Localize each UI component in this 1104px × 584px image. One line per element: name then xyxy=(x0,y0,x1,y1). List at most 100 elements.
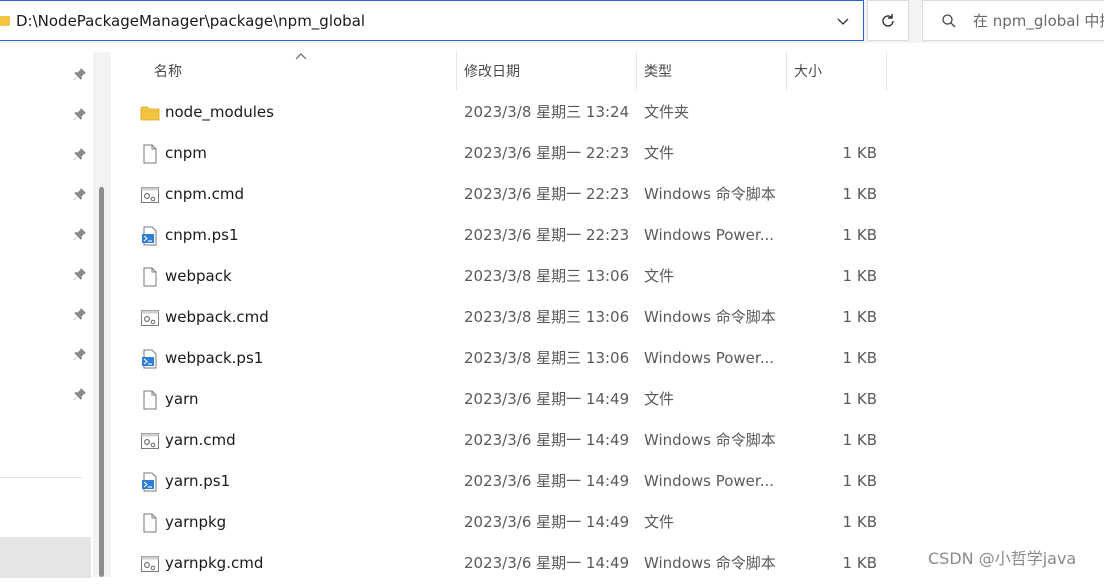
file-row[interactable]: yarn.cmd 2023/3/6 星期一 14:49 Windows 命令脚本 1 … xyxy=(122,420,892,461)
file-name: yarn.ps1 xyxy=(165,472,231,490)
file-size: 1 KB xyxy=(842,185,877,203)
column-header-type[interactable]: 类型 xyxy=(644,52,784,90)
file-modified-date: 2023/3/6 星期一 22:23 xyxy=(464,185,630,203)
search-box[interactable]: 在 npm_global 中搜 xyxy=(922,0,1104,41)
file-size: 1 KB xyxy=(842,431,877,449)
pin-icon[interactable] xyxy=(72,186,88,202)
chevron-down-icon[interactable] xyxy=(835,13,851,29)
refresh-button[interactable] xyxy=(867,0,909,41)
pin-icon[interactable] xyxy=(72,226,88,242)
file-size: 1 KB xyxy=(842,308,877,326)
file-name: yarnpkg xyxy=(165,513,227,531)
cmd-script-icon xyxy=(141,556,159,572)
file-type: Windows Power... xyxy=(644,349,775,367)
file-size: 1 KB xyxy=(842,226,877,244)
file-icon xyxy=(143,390,157,410)
file-type: Windows 命令脚本 xyxy=(644,431,776,449)
file-name: cnpm.ps1 xyxy=(165,226,239,244)
search-icon xyxy=(942,13,956,27)
powershell-script-icon xyxy=(142,472,157,492)
file-size: 1 KB xyxy=(842,513,877,531)
powershell-script-icon xyxy=(142,226,157,246)
file-size: 1 KB xyxy=(842,144,877,162)
column-separator[interactable] xyxy=(786,52,787,90)
file-row[interactable]: cnpm.cmd 2023/3/6 星期一 22:23 Windows 命令脚本 1 … xyxy=(122,174,892,215)
file-size: 1 KB xyxy=(842,267,877,285)
file-modified-date: 2023/3/8 星期三 13:06 xyxy=(464,349,630,367)
file-size: 1 KB xyxy=(842,472,877,490)
pin-icon[interactable] xyxy=(72,266,88,282)
file-type: 文件 xyxy=(644,144,675,162)
search-placeholder[interactable]: 在 npm_global 中搜 xyxy=(973,10,1104,31)
pin-icon[interactable] xyxy=(72,306,88,322)
file-modified-date: 2023/3/6 星期一 14:49 xyxy=(464,472,630,490)
file-row[interactable]: yarnpkg.cmd 2023/3/6 星期一 14:49 Windows 命令脚… xyxy=(122,543,892,584)
column-header-name[interactable]: 名称 xyxy=(154,52,454,90)
file-row[interactable]: cnpm.ps1 2023/3/6 星期一 22:23 Windows Power.… xyxy=(122,215,892,256)
file-row[interactable]: cnpm 2023/3/6 星期一 22:23 文件 1 KB xyxy=(122,133,892,174)
file-modified-date: 2023/3/8 星期三 13:06 xyxy=(464,308,630,326)
file-name: cnpm xyxy=(165,144,207,162)
file-type: Windows 命令脚本 xyxy=(644,185,776,203)
pin-icon[interactable] xyxy=(72,106,88,122)
file-size: 1 KB xyxy=(842,554,877,572)
nav-scrollbar-thumb[interactable] xyxy=(99,187,104,577)
file-name: yarnpkg.cmd xyxy=(165,554,264,572)
file-modified-date: 2023/3/6 星期一 22:23 xyxy=(464,144,630,162)
file-name: yarn xyxy=(165,390,199,408)
cmd-script-icon xyxy=(141,310,159,326)
file-modified-date: 2023/3/8 星期三 13:06 xyxy=(464,267,630,285)
file-name: webpack.cmd xyxy=(165,308,269,326)
refresh-icon xyxy=(882,13,894,27)
pin-icon[interactable] xyxy=(72,386,88,402)
file-type: 文件 xyxy=(644,390,675,408)
file-type: 文件夹 xyxy=(644,103,690,121)
address-bar[interactable]: D:\NodePackageManager\package\npm_global xyxy=(0,0,864,41)
file-icon xyxy=(143,144,157,164)
address-path[interactable]: D:\NodePackageManager\package\npm_global xyxy=(16,12,365,30)
file-modified-date: 2023/3/6 星期一 14:49 xyxy=(464,431,630,449)
file-name: node_modules xyxy=(165,103,274,121)
file-modified-date: 2023/3/6 星期一 14:49 xyxy=(464,513,630,531)
file-modified-date: 2023/3/8 星期三 13:24 xyxy=(464,103,630,121)
file-row[interactable]: webpack 2023/3/8 星期三 13:06 文件 1 KB xyxy=(122,256,892,297)
file-name: webpack xyxy=(165,267,232,285)
powershell-script-icon xyxy=(142,349,157,369)
file-name: webpack.ps1 xyxy=(165,349,264,367)
column-separator[interactable] xyxy=(456,52,457,90)
file-icon xyxy=(143,513,157,533)
cmd-script-icon xyxy=(141,187,159,203)
file-type: Windows Power... xyxy=(644,472,775,490)
address-toolbar: D:\NodePackageManager\package\npm_global… xyxy=(0,0,1104,43)
column-separator[interactable] xyxy=(636,52,637,90)
pin-icon[interactable] xyxy=(72,66,88,82)
file-modified-date: 2023/3/6 星期一 14:49 xyxy=(464,554,630,572)
file-type: Windows Power... xyxy=(644,226,775,244)
file-type: Windows 命令脚本 xyxy=(644,308,776,326)
file-row[interactable]: webpack.cmd 2023/3/8 星期三 13:06 Windows 命令脚… xyxy=(122,297,892,338)
file-name: yarn.cmd xyxy=(165,431,236,449)
nav-divider xyxy=(0,477,82,478)
column-header-date[interactable]: 修改日期 xyxy=(464,52,634,90)
file-row[interactable]: yarnpkg 2023/3/6 星期一 14:49 文件 1 KB xyxy=(122,502,892,543)
file-row[interactable]: node_modules 2023/3/8 星期三 13:24 文件夹 xyxy=(122,92,892,133)
watermark: CSDN @小哲学java xyxy=(928,549,1077,568)
file-type: Windows 命令脚本 xyxy=(644,554,776,572)
cmd-script-icon xyxy=(141,433,159,449)
file-row[interactable]: yarn.ps1 2023/3/6 星期一 14:49 Windows Power.… xyxy=(122,461,892,502)
file-size xyxy=(782,92,877,133)
file-modified-date: 2023/3/6 星期一 22:23 xyxy=(464,226,630,244)
file-row[interactable]: webpack.ps1 2023/3/8 星期三 13:06 Windows Pow… xyxy=(122,338,892,379)
column-header-size[interactable]: 大小 xyxy=(794,52,884,90)
file-icon xyxy=(143,267,157,287)
file-size: 1 KB xyxy=(842,349,877,367)
column-separator[interactable] xyxy=(886,52,887,90)
pin-icon[interactable] xyxy=(72,146,88,162)
file-row[interactable]: yarn 2023/3/6 星期一 14:49 文件 1 KB xyxy=(122,379,892,420)
file-name: cnpm.cmd xyxy=(165,185,245,203)
file-type: 文件 xyxy=(644,267,675,285)
nav-selected-item[interactable] xyxy=(0,537,91,578)
folder-icon xyxy=(140,106,160,121)
pin-icon[interactable] xyxy=(72,346,88,362)
file-size: 1 KB xyxy=(842,390,877,408)
